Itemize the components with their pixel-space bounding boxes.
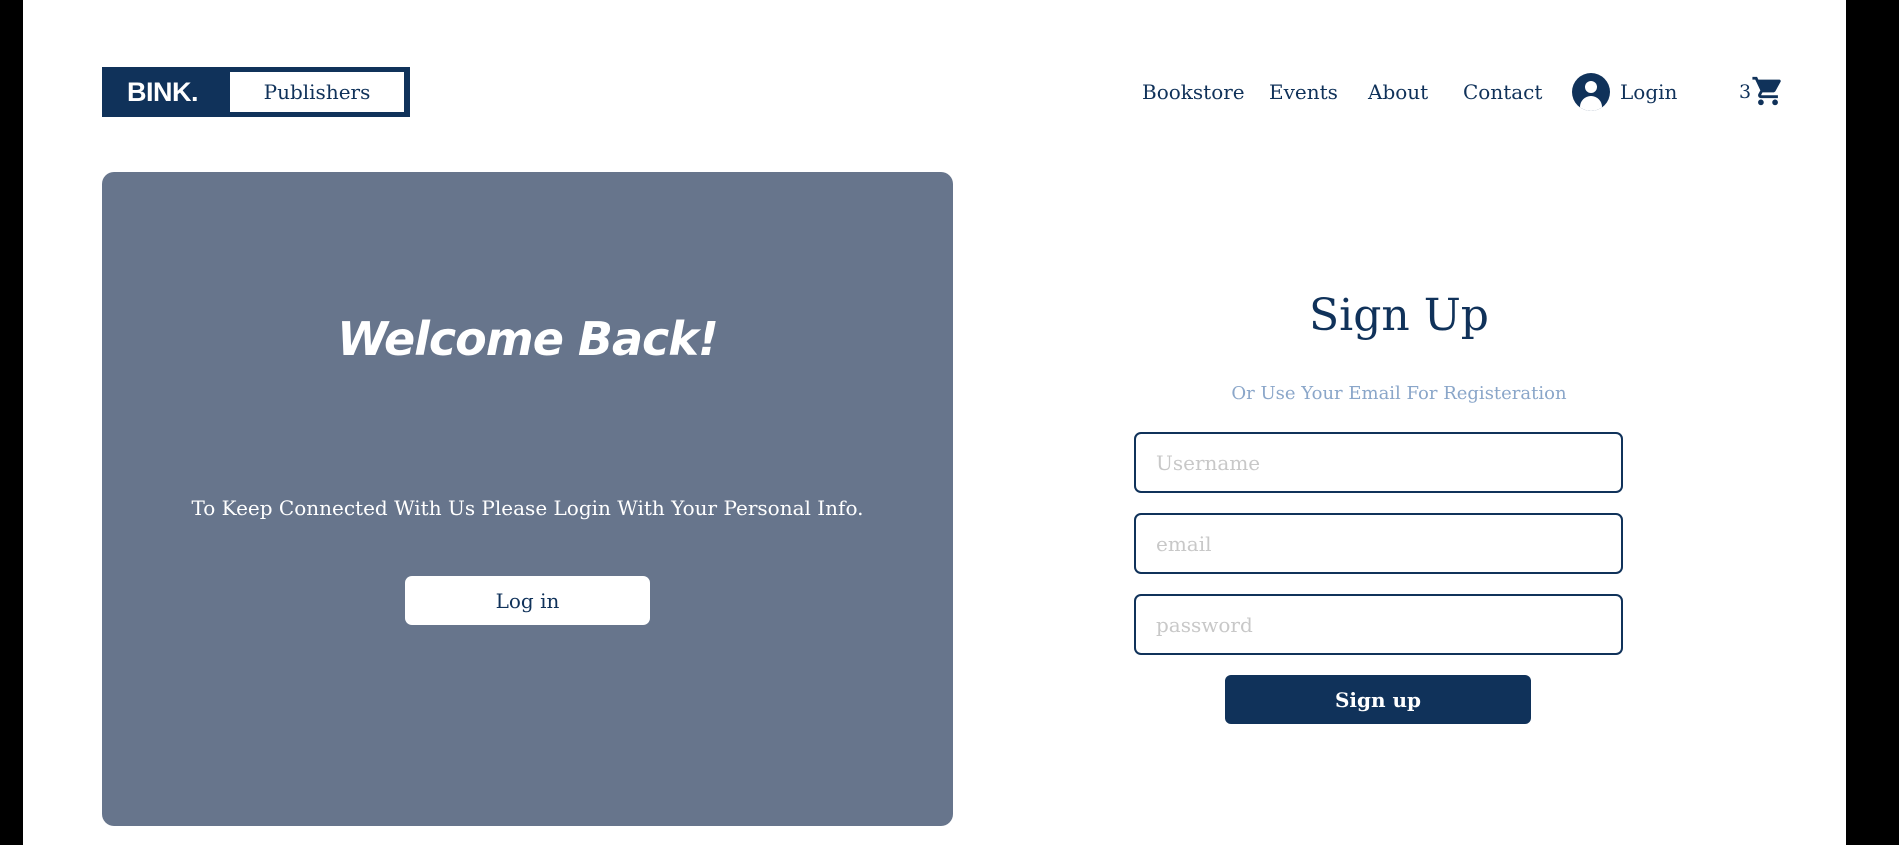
- login-button[interactable]: Log in: [405, 576, 650, 625]
- nav-events[interactable]: Events: [1269, 72, 1338, 112]
- nav-login[interactable]: Login: [1620, 72, 1677, 112]
- nav-about[interactable]: About: [1368, 72, 1428, 112]
- welcome-panel: Welcome Back! To Keep Connected With Us …: [102, 172, 953, 826]
- user-circle-icon[interactable]: [1572, 73, 1610, 111]
- signup-title: Sign Up: [1309, 290, 1489, 341]
- page: BINK. Publishers Bookstore Events About …: [23, 0, 1846, 845]
- logo-subtitle: Publishers: [230, 72, 404, 112]
- signup-button[interactable]: Sign up: [1225, 675, 1531, 724]
- email-input[interactable]: [1134, 513, 1623, 574]
- logo-brand: BINK.: [127, 76, 199, 107]
- welcome-text: To Keep Connected With Us Please Login W…: [191, 496, 864, 520]
- password-input[interactable]: [1134, 594, 1623, 655]
- nav-contact[interactable]: Contact: [1463, 72, 1542, 112]
- cart-count: 3: [1739, 81, 1752, 103]
- welcome-title: Welcome Back!: [337, 312, 719, 366]
- nav-bookstore[interactable]: Bookstore: [1142, 72, 1245, 112]
- username-input[interactable]: [1134, 432, 1623, 493]
- shopping-cart-icon[interactable]: [1751, 74, 1785, 108]
- signup-subtitle: Or Use Your Email For Registeration: [1231, 383, 1567, 404]
- logo[interactable]: BINK. Publishers: [102, 67, 410, 117]
